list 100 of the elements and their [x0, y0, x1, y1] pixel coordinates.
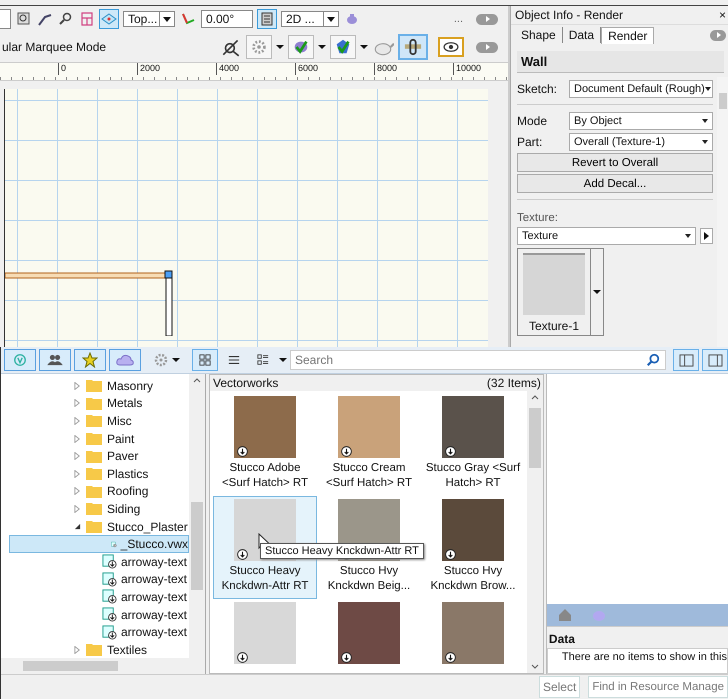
- section-heading: Data: [546, 626, 728, 648]
- section-label: Texture:: [517, 212, 559, 224]
- layers-icon[interactable]: [258, 10, 276, 28]
- tree-item[interactable]: arroway-text: [1, 606, 189, 624]
- download-icon: [445, 549, 456, 560]
- item-name: Stucco Gray <Surf Hatch> RT: [424, 461, 522, 490]
- scrollbar[interactable]: [1, 658, 205, 674]
- view-dropdown[interactable]: Top...: [123, 11, 175, 27]
- scrollbar[interactable]: [189, 374, 205, 658]
- texture-swatch[interactable]: Texture-1: [517, 248, 591, 336]
- expand-button[interactable]: [476, 14, 498, 24]
- tree-item[interactable]: Masonry: [1, 377, 189, 395]
- item-name: Stucco Cream <Surf Hatch> RT: [324, 461, 414, 490]
- close-button[interactable]: ×: [718, 8, 726, 22]
- render-mode-dropdown[interactable]: 2D ...: [281, 11, 339, 27]
- select-button[interactable]: Select: [538, 676, 580, 698]
- panel-button[interactable]: Add Decal...: [517, 174, 713, 193]
- scroll-down-icon[interactable]: [530, 664, 539, 669]
- tree-item[interactable]: arroway-text: [1, 570, 189, 588]
- download-icon: [445, 446, 456, 457]
- tree-item[interactable]: Paint: [1, 430, 189, 448]
- field-label: Mode: [517, 114, 548, 128]
- folder-icon: [86, 396, 102, 410]
- dropdown[interactable]: By Object: [569, 112, 713, 130]
- cloud-file-icon: [102, 572, 117, 587]
- house-icon[interactable]: [556, 607, 573, 623]
- scroll-thumb[interactable]: [719, 93, 727, 109]
- cloud-icon[interactable]: [109, 349, 141, 371]
- panel-layout-icon[interactable]: [702, 349, 728, 371]
- texture-dropdown[interactable]: Texture: [517, 226, 696, 244]
- search-icon[interactable]: [58, 11, 74, 27]
- scroll-thumb[interactable]: [23, 661, 118, 671]
- cloud-file-icon: [102, 554, 117, 570]
- scrollbar[interactable]: [526, 391, 543, 673]
- people-icon[interactable]: [39, 349, 71, 371]
- overflow-label[interactable]: ...: [454, 13, 463, 25]
- cloud-file-icon: [102, 624, 117, 640]
- play-button[interactable]: [700, 228, 713, 244]
- search-icon[interactable]: [646, 353, 660, 367]
- field-label: Sketch:: [517, 82, 558, 96]
- tree-item[interactable]: arroway-text: [1, 623, 189, 641]
- tooltip: Stucco Heavy Knckdwn-Attr RT: [260, 543, 424, 559]
- folder-icon: [86, 484, 102, 498]
- tree-item[interactable]: Misc: [1, 412, 189, 430]
- tree-item[interactable]: arroway-text: [1, 552, 189, 571]
- panel-title: Object Info - Render: [515, 8, 624, 22]
- empty-message: There are no items to show in this: [562, 651, 727, 663]
- folder-icon: [86, 502, 102, 516]
- folder-icon: [86, 467, 102, 480]
- scroll-thumb[interactable]: [191, 502, 203, 590]
- search-field[interactable]: Search: [290, 350, 666, 370]
- tree-item[interactable]: Siding: [1, 500, 189, 518]
- check-icon[interactable]: [330, 35, 356, 59]
- input-field[interactable]: [0, 9, 11, 29]
- tree-item[interactable]: _Stucco.vwx: [9, 535, 189, 553]
- grid-icon[interactable]: [79, 11, 95, 27]
- scroll-up-icon[interactable]: [193, 378, 201, 383]
- plane-icon[interactable]: [100, 10, 118, 28]
- tree-item[interactable]: Plastics: [1, 464, 189, 483]
- tree-item[interactable]: Metals: [1, 394, 189, 412]
- item-name: Stucco Adobe <Surf Hatch> RT: [220, 461, 310, 490]
- ruler-label: 8000: [374, 63, 453, 75]
- download-icon: [237, 652, 248, 663]
- tab[interactable]: Shape: [515, 27, 563, 43]
- grid-view-icon[interactable]: [192, 349, 218, 371]
- expand-button[interactable]: [710, 30, 726, 40]
- tree-item[interactable]: arroway-text: [1, 588, 189, 606]
- dropdown[interactable]: Document Default (Rough): [569, 80, 713, 98]
- folder-icon: [86, 414, 102, 428]
- tree-item[interactable]: Textiles: [1, 640, 189, 658]
- angle-field[interactable]: 0.00°: [201, 10, 253, 28]
- library-title: Vectorworks: [213, 376, 278, 390]
- scrollbar[interactable]: [717, 77, 728, 347]
- swatch-dropdown[interactable]: [591, 248, 604, 336]
- tree-item[interactable]: Stucco_Plaster: [1, 518, 189, 536]
- folder-icon: [86, 379, 102, 392]
- ruler-label: 0: [58, 63, 137, 75]
- dropdown[interactable]: Overall (Texture-1): [569, 132, 713, 150]
- scroll-thumb[interactable]: [528, 408, 541, 468]
- eye-icon[interactable]: [438, 37, 464, 57]
- tab[interactable]: Render: [601, 26, 654, 44]
- item-count: (32 Items): [486, 376, 541, 390]
- tree-item[interactable]: Paver: [1, 447, 189, 465]
- item-name: Stucco Hvy Knckdwn Beig...: [326, 564, 412, 593]
- cloud-file-icon: [102, 607, 117, 622]
- item-name: Stucco Hvy Knckdwn Brow...: [429, 564, 516, 593]
- tree-item[interactable]: Roofing: [1, 482, 189, 500]
- download-icon: [237, 446, 248, 457]
- panel-button[interactable]: Revert to Overall: [517, 153, 713, 172]
- expander-icon[interactable]: [73, 523, 81, 530]
- teapot-icon[interactable]: [344, 11, 360, 27]
- check-icon[interactable]: [288, 35, 314, 59]
- snap-icon[interactable]: [16, 11, 32, 27]
- link-icon[interactable]: [398, 34, 428, 60]
- download-icon: [237, 549, 248, 560]
- panel-layout-icon[interactable]: [673, 349, 699, 371]
- find-button[interactable]: Find in Resource Manage: [588, 676, 728, 698]
- expand-button[interactable]: [476, 42, 498, 52]
- scroll-up-icon[interactable]: [530, 395, 539, 400]
- axis-icon[interactable]: [180, 11, 196, 27]
